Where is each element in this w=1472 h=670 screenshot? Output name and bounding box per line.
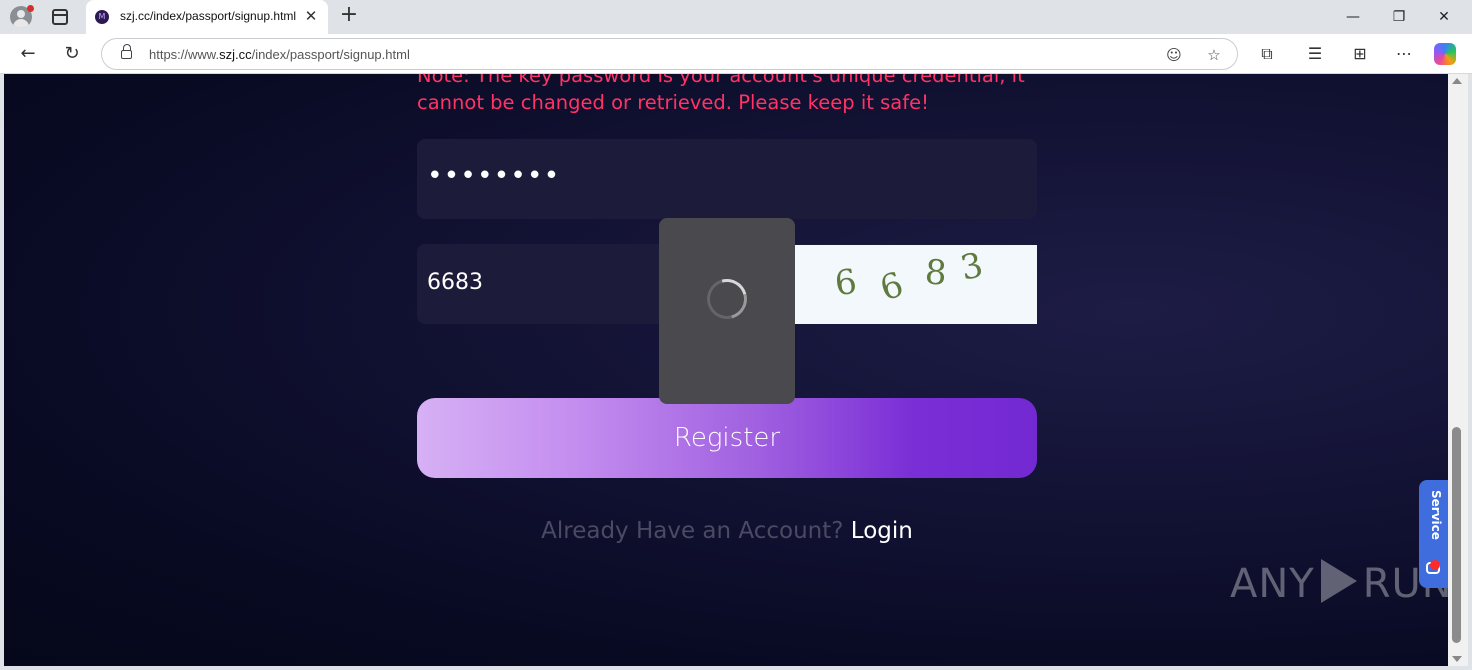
tab-close-icon[interactable]: ✕	[302, 7, 320, 25]
copilot-icon[interactable]	[1434, 43, 1456, 65]
captcha-image[interactable]: 6 6 8 3	[795, 245, 1037, 324]
login-link[interactable]: Login	[851, 518, 913, 544]
favorite-star-icon[interactable]: ☆	[1204, 45, 1224, 65]
service-label: Service	[1429, 490, 1443, 540]
lock-icon[interactable]	[121, 44, 132, 59]
scroll-down-icon[interactable]	[1452, 656, 1462, 662]
new-tab-button[interactable]: +	[338, 4, 360, 28]
address-bar[interactable]: https://www.szj.cc/index/passport/signup…	[101, 38, 1238, 70]
captcha-digit: 8	[923, 252, 949, 294]
close-window-button[interactable]: ✕	[1432, 6, 1456, 28]
service-button[interactable]: Service	[1419, 480, 1448, 588]
login-line: Already Have an Account? Login	[417, 518, 1037, 544]
register-button[interactable]: Register	[417, 398, 1037, 478]
site-favicon-icon: M	[95, 10, 109, 24]
favorites-icon[interactable]: ☰	[1304, 43, 1326, 65]
url-text[interactable]: https://www.szj.cc/index/passport/signup…	[149, 47, 410, 62]
active-tab[interactable]: M szj.cc/index/passport/signup.html ✕	[86, 0, 328, 34]
key-password-input[interactable]: ••••••••	[417, 139, 1037, 219]
service-notification-dot	[1430, 560, 1440, 570]
browser-toolbar: ← ↻ https://www.szj.cc/index/passport/si…	[0, 34, 1472, 74]
play-icon	[1320, 559, 1357, 603]
tab-bar: M szj.cc/index/passport/signup.html ✕ + …	[0, 0, 1472, 34]
back-icon[interactable]: ←	[17, 43, 39, 65]
extensions-icon[interactable]: ⧉	[1256, 43, 1278, 65]
anyrun-watermark: ANY RUN	[1230, 559, 1448, 607]
loading-spinner-icon	[699, 271, 755, 327]
password-warning-note: Note: The key password is your account's…	[417, 74, 1025, 114]
captcha-digit: 6	[875, 264, 909, 310]
loading-overlay	[659, 218, 795, 404]
tab-title: szj.cc/index/passport/signup.html	[120, 9, 297, 23]
captcha-input-value: 6683	[427, 270, 483, 295]
refresh-icon[interactable]: ↻	[61, 43, 83, 65]
restore-button[interactable]: ❐	[1387, 6, 1411, 28]
reading-mode-icon[interactable]: ☺	[1164, 45, 1184, 65]
collections-icon[interactable]: ⊞	[1349, 43, 1371, 65]
scroll-up-icon[interactable]	[1452, 78, 1462, 84]
tab-actions-icon[interactable]	[52, 9, 68, 25]
more-icon[interactable]: ⋯	[1393, 43, 1415, 65]
login-prompt: Already Have an Account?	[541, 518, 844, 544]
page-viewport: Note: The key password is your account's…	[4, 74, 1448, 666]
captcha-digit: 6	[832, 261, 860, 305]
notification-dot	[27, 5, 34, 12]
password-masked-value: ••••••••	[427, 161, 561, 191]
minimize-button[interactable]: —	[1341, 6, 1365, 28]
scrollbar-thumb[interactable]	[1452, 427, 1461, 643]
captcha-digit: 3	[957, 245, 987, 289]
